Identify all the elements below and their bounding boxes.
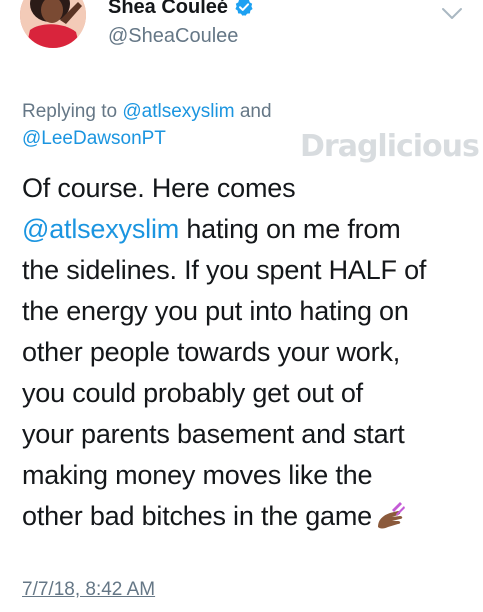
reply-mention-leedawsonpt[interactable]: @LeeDawsonPT <box>22 128 166 149</box>
tweet-card: Shea Couleé @SheaCoulee Replying to @atl… <box>0 0 483 612</box>
tweet-text-fragment: other bad bitches in the game <box>22 501 372 531</box>
tweet-text-fragment: hating on me from <box>179 214 401 244</box>
tweet-text-line: your parents basement and start <box>22 419 405 449</box>
author-handle[interactable]: @SheaCoulee <box>108 24 238 48</box>
verified-badge-icon <box>234 0 254 17</box>
avatar[interactable] <box>20 0 86 48</box>
tweet-text-line: other people towards your work, <box>22 337 400 367</box>
watermark-logo: Draglicious <box>300 129 480 164</box>
tweet-text-line: Of course. Here comes <box>22 173 296 203</box>
tweet-text-line: making money moves like the <box>22 460 373 490</box>
tweet-text-line: other bad bitches in the game <box>22 496 472 537</box>
tweet-text-line: you could probably get out of <box>22 378 363 408</box>
tweet-timestamp-link[interactable]: 7/7/18, 8:42 AM <box>22 577 155 603</box>
author-display-name[interactable]: Shea Couleé <box>108 0 228 18</box>
replying-to-connector: and <box>234 101 272 122</box>
chevron-down-icon[interactable] <box>440 6 464 22</box>
replying-to-label: Replying to <box>22 101 123 122</box>
reply-mention-atlsexyslim[interactable]: @atlsexyslim <box>122 101 234 122</box>
tweet-mention-atlsexyslim[interactable]: @atlsexyslim <box>22 214 179 244</box>
tweet-text-line: the sidelines. If you spent HALF of <box>22 255 427 285</box>
author-name-row: Shea Couleé <box>108 0 254 22</box>
tweet-text-line: @atlsexyslim hating on me from <box>22 209 472 250</box>
tweet-text-line: the energy you put into hating on <box>22 296 409 326</box>
tweet-text: Of course. Here comes @atlsexyslim hatin… <box>22 168 472 537</box>
nail-polish-emoji-icon <box>374 501 406 531</box>
